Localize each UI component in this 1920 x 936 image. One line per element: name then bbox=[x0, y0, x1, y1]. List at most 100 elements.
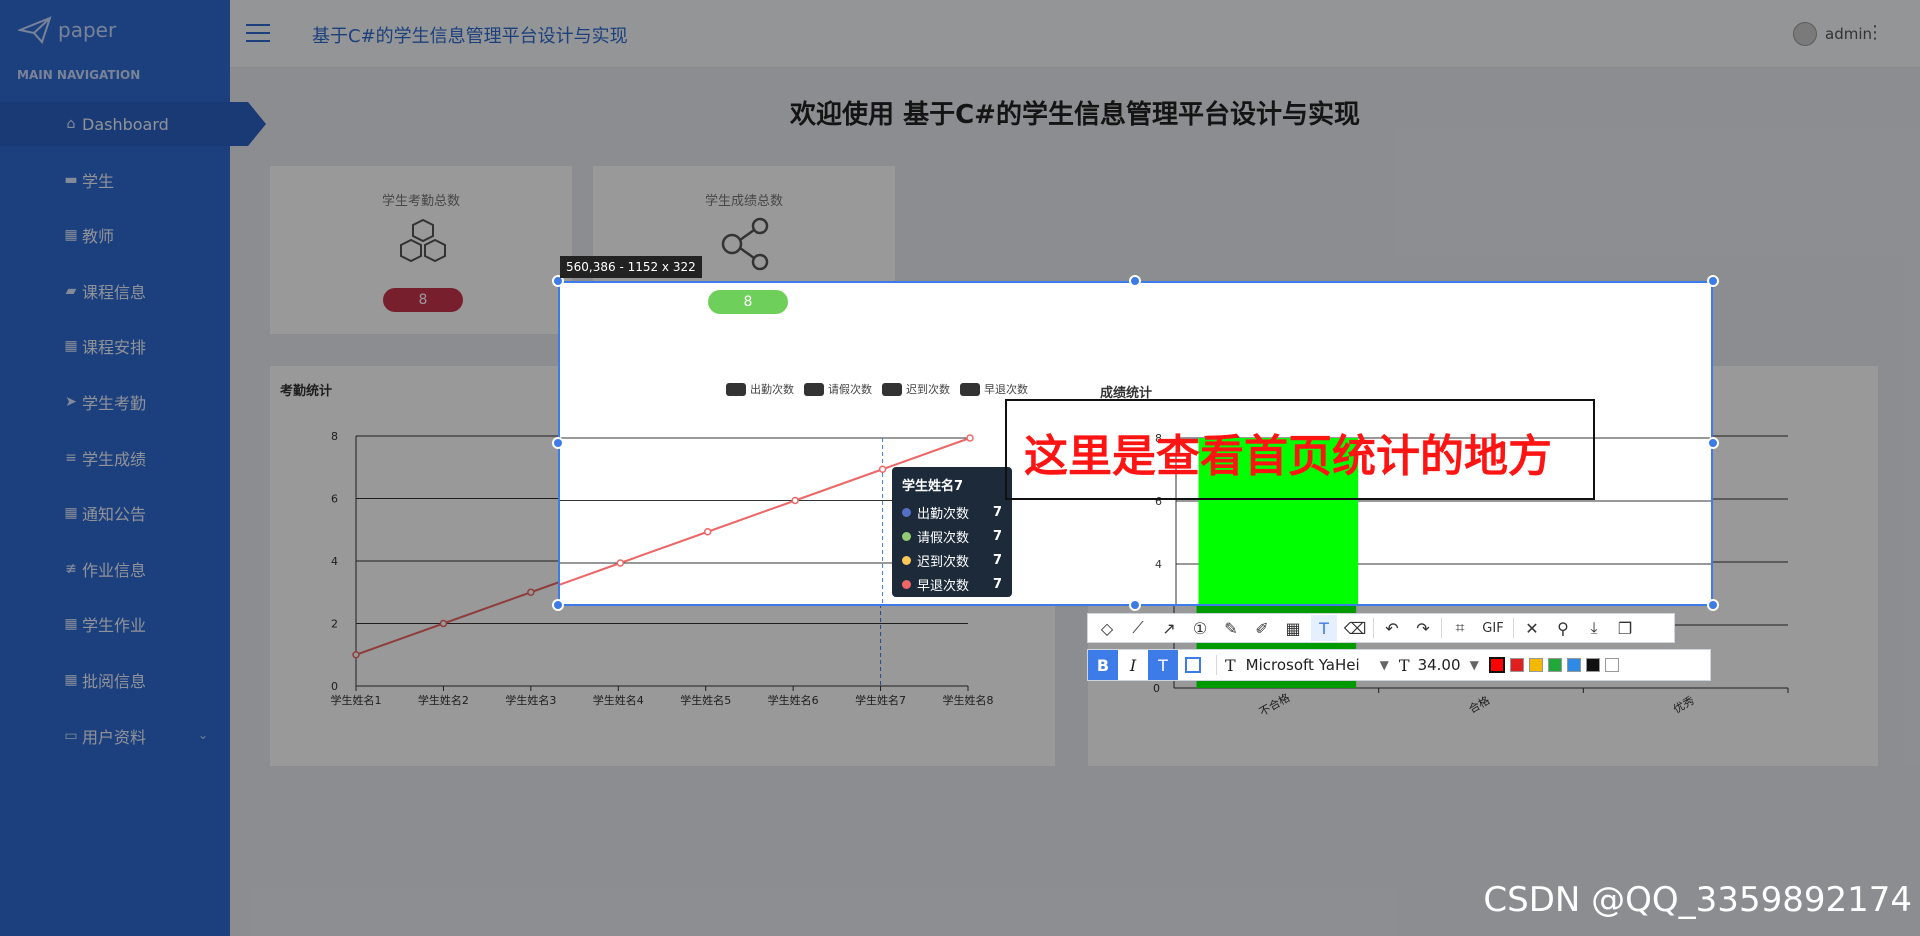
color-swatch[interactable] bbox=[1566, 658, 1581, 672]
annotation-text[interactable]: 这里是查看首页统计的地方 bbox=[1024, 420, 1552, 484]
tooltip-row: 迟到次数 7 bbox=[902, 548, 1002, 572]
ocr-icon[interactable]: ⌗ bbox=[1447, 615, 1473, 641]
color-swatch[interactable] bbox=[1585, 658, 1600, 672]
x-tick-label: 学生姓名3 bbox=[505, 693, 556, 707]
color-swatch[interactable] bbox=[1604, 658, 1619, 672]
grid-icon: ▦ bbox=[64, 616, 78, 633]
x-tick-label: 不合格 bbox=[1257, 690, 1293, 719]
sidebar-item[interactable]: ▦ 批阅信息 bbox=[0, 658, 230, 702]
stat-card-attendance: 学生考勤总数 8 bbox=[270, 166, 572, 334]
download-icon[interactable]: ⤓ bbox=[1581, 615, 1607, 641]
data-point[interactable] bbox=[616, 559, 625, 567]
grid-icon: ▦ bbox=[64, 227, 78, 244]
mosaic-icon[interactable]: ▦ bbox=[1280, 615, 1306, 641]
sidebar-item[interactable]: ➤ 学生考勤 bbox=[0, 380, 230, 424]
data-point[interactable] bbox=[966, 434, 974, 442]
sidebar-item[interactable]: ≡ 学生成绩 bbox=[0, 436, 230, 480]
resize-handle[interactable] bbox=[552, 599, 564, 611]
sidebar-item[interactable]: ▰ 课程信息 bbox=[0, 269, 230, 313]
undo-icon[interactable]: ↶ bbox=[1379, 615, 1405, 641]
x-tick-label: 学生姓名1 bbox=[331, 693, 382, 707]
grid-icon: ▦ bbox=[64, 338, 78, 355]
copy-icon[interactable]: ❐ bbox=[1612, 615, 1638, 641]
data-point[interactable] bbox=[527, 588, 535, 596]
sidebar-item[interactable]: ⌂ Dashboard bbox=[0, 102, 266, 146]
resize-handle[interactable] bbox=[1707, 275, 1719, 287]
resize-handle[interactable] bbox=[1129, 275, 1141, 287]
y-tick-label: 2 bbox=[331, 618, 338, 631]
nav-section-title: MAIN NAVIGATION bbox=[17, 68, 141, 82]
data-point[interactable] bbox=[352, 651, 360, 659]
sidebar-item[interactable]: ▦ 学生作业 bbox=[0, 602, 230, 646]
font-family-select[interactable]: Microsoft YaHei bbox=[1246, 656, 1380, 674]
text-format-toolbar: B I T T Microsoft YaHei ▼ T 34.00 ▼ bbox=[1087, 649, 1711, 681]
number-marker-icon[interactable]: ① bbox=[1187, 615, 1213, 641]
shape-icon[interactable]: ◇ bbox=[1094, 615, 1120, 641]
resize-handle[interactable] bbox=[1129, 599, 1141, 611]
user-menu[interactable]: admin bbox=[1793, 22, 1872, 46]
stat-card-attendance: 学生考勤总数 8 bbox=[560, 283, 574, 336]
sidebar-item-label: 学生作业 bbox=[82, 616, 147, 636]
text-background-icon[interactable] bbox=[1178, 650, 1208, 680]
text-tool-icon[interactable]: T bbox=[1311, 615, 1337, 641]
x-tick-label: 学生姓名6 bbox=[768, 693, 819, 707]
data-point[interactable] bbox=[439, 619, 448, 628]
sidebar-item[interactable]: ▭ 用户资料 ⌄ bbox=[0, 714, 230, 758]
resize-handle[interactable] bbox=[1707, 599, 1719, 611]
series-dot bbox=[902, 579, 911, 589]
eraser-icon[interactable]: ⌫ bbox=[1342, 615, 1368, 641]
cubes-icon bbox=[400, 218, 446, 263]
x-tick-label: 学生姓名8 bbox=[943, 693, 994, 707]
sliders-icon: ≢ bbox=[65, 560, 77, 577]
more-options-icon[interactable]: ⋮ bbox=[1866, 24, 1884, 42]
data-point[interactable] bbox=[791, 496, 799, 505]
tooltip-row: 出勤次数 7 bbox=[902, 500, 1002, 524]
avatar bbox=[1793, 22, 1817, 46]
chevron-down-icon[interactable]: ▼ bbox=[1380, 658, 1389, 672]
sidebar-item[interactable]: ▬ 学生 bbox=[0, 158, 230, 202]
bold-icon[interactable]: B bbox=[1088, 650, 1118, 680]
tooltip-title: 学生姓名7 bbox=[902, 479, 964, 494]
gif-button[interactable]: GIF bbox=[1478, 615, 1508, 641]
data-point[interactable] bbox=[703, 528, 712, 536]
welcome-heading: 欢迎使用 基于C#的学生信息管理平台设计与实现 bbox=[790, 100, 1360, 130]
font-family-icon: T bbox=[1225, 655, 1236, 675]
color-swatch[interactable] bbox=[1528, 658, 1543, 672]
resize-handle[interactable] bbox=[552, 437, 564, 449]
color-swatch[interactable] bbox=[1547, 658, 1562, 672]
tooltip-value: 7 bbox=[992, 504, 1002, 520]
y-tick-label: 8 bbox=[331, 430, 338, 443]
sidebar-item[interactable]: ▦ 通知公告 bbox=[0, 491, 230, 535]
toolbar-divider bbox=[1216, 655, 1217, 675]
polyline-icon[interactable]: ⟋ bbox=[1125, 615, 1151, 641]
text-style-icon[interactable]: T bbox=[1148, 650, 1178, 680]
tooltip-row: 请假次数 7 bbox=[902, 524, 1002, 548]
stat-card-label: 学生成绩总数 bbox=[704, 194, 783, 209]
close-icon[interactable]: ✕ bbox=[1519, 615, 1545, 641]
share-nodes-icon bbox=[721, 217, 769, 271]
screenshot-toolbar: ◇ ⟋ ↗ ① ✎ ✐ ▦ T ⌫ ↶ ↷ ⌗ GIF ✕ ⚲ ⤓ ❐ bbox=[1087, 613, 1675, 643]
stat-card-scores: 学生成绩总数 8 bbox=[595, 283, 897, 336]
font-size-select[interactable]: 34.00 bbox=[1418, 656, 1470, 674]
sidebar-item[interactable]: ▦ 教师 bbox=[0, 213, 230, 257]
sidebar-item[interactable]: ▦ 课程安排 bbox=[0, 324, 230, 368]
resize-handle[interactable] bbox=[1707, 437, 1719, 449]
grid-icon: ▦ bbox=[64, 672, 78, 688]
sidebar-item[interactable]: ≢ 作业信息 bbox=[0, 547, 230, 591]
tooltip-value: 7 bbox=[992, 552, 1002, 568]
redo-icon[interactable]: ↷ bbox=[1410, 615, 1436, 641]
italic-icon[interactable]: I bbox=[1118, 650, 1148, 680]
color-swatch[interactable] bbox=[1488, 657, 1505, 673]
arrow-icon[interactable]: ↗ bbox=[1156, 615, 1182, 641]
highlighter-icon[interactable]: ✐ bbox=[1249, 615, 1275, 641]
app-logo[interactable]: paper bbox=[18, 14, 116, 46]
color-swatch[interactable] bbox=[1509, 658, 1524, 672]
pencil-icon[interactable]: ✎ bbox=[1218, 615, 1244, 641]
menu-toggle-icon[interactable] bbox=[246, 24, 270, 42]
chevron-down-icon[interactable]: ▼ bbox=[1470, 658, 1479, 672]
chevron-down-icon[interactable]: ⌄ bbox=[198, 728, 208, 742]
data-point[interactable] bbox=[878, 465, 887, 473]
x-tick-label: 学生姓名7 bbox=[855, 693, 906, 707]
pin-icon[interactable]: ⚲ bbox=[1550, 615, 1576, 641]
stat-card-label: 学生考勤总数 bbox=[381, 194, 460, 209]
